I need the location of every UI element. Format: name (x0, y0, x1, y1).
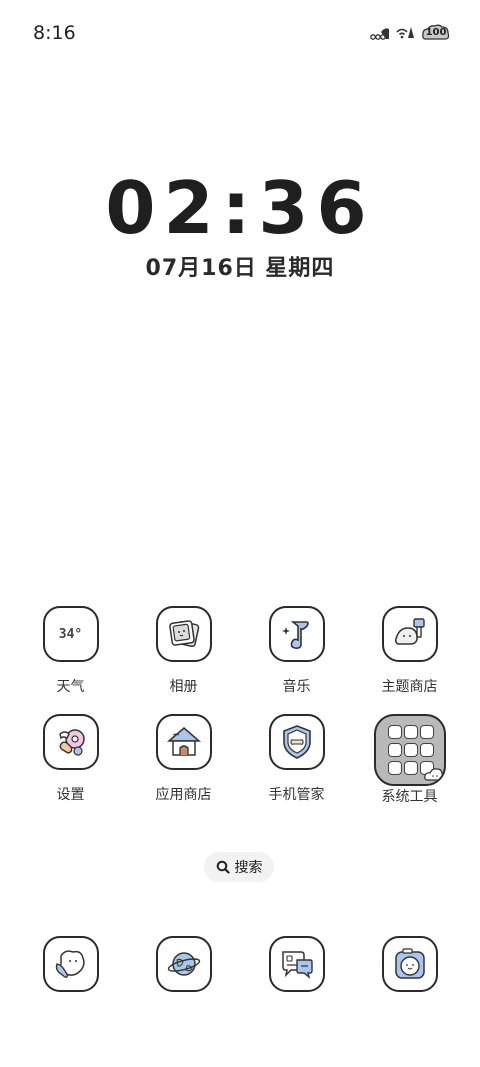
app-store-icon (155, 714, 212, 770)
app-theme-store[interactable]: 主题商店 (353, 606, 466, 696)
app-settings[interactable]: 设置 (14, 714, 127, 806)
app-label: 相册 (169, 679, 198, 695)
gallery-icon (155, 606, 212, 662)
folder-mini-icon (403, 761, 418, 775)
weather-temperature: 34° (58, 626, 83, 642)
phone-manager-icon (268, 714, 325, 770)
dock-messages[interactable] (240, 936, 353, 992)
signal-icon (370, 26, 390, 40)
dock-camera[interactable] (353, 936, 466, 992)
folder-mini-icon (403, 743, 418, 757)
app-label: 音乐 (282, 679, 311, 695)
folder-mini-icon (419, 743, 434, 757)
app-phone-manager[interactable]: 手机管家 (240, 714, 353, 806)
status-icons: 100 (370, 24, 450, 42)
app-music[interactable]: 音乐 (240, 606, 353, 696)
app-label: 主题商店 (381, 679, 438, 695)
wifi-icon (396, 26, 416, 40)
clock-time: 02:36 (105, 166, 375, 250)
app-label: 天气 (56, 679, 85, 695)
app-grid: 34° 天气 相册 音乐 主题商店 设置 应用商店 手机管家 系统工具 (14, 606, 466, 806)
clock-widget[interactable]: 02:36 07月16日 星期四 (0, 170, 480, 282)
search-label: 搜索 (234, 860, 263, 876)
search-icon (216, 860, 230, 874)
folder-mini-icon (387, 743, 402, 757)
app-app-store[interactable]: 应用商店 (127, 714, 240, 806)
messages-icon (268, 936, 325, 992)
folder-mini-icon (387, 725, 402, 739)
status-time: 8:16 (33, 22, 76, 44)
app-label: 手机管家 (268, 787, 325, 803)
weather-icon: 34° (42, 606, 99, 662)
cloud-sticker-icon (423, 768, 444, 781)
app-label: 应用商店 (155, 787, 212, 803)
folder-mini-icon (419, 725, 434, 739)
app-label: 系统工具 (381, 789, 438, 805)
search-button[interactable]: 搜索 (204, 852, 274, 882)
app-label: 设置 (56, 787, 85, 803)
folder-mini-icon (387, 761, 402, 775)
dock-phone[interactable] (14, 936, 127, 992)
settings-icon (42, 714, 99, 770)
status-bar: 8:16 100 (0, 0, 480, 66)
battery-icon: 100 (422, 24, 450, 42)
clock-date: 07月16日 星期四 (145, 256, 335, 281)
music-icon (268, 606, 325, 662)
app-system-tools-folder[interactable]: 系统工具 (353, 714, 466, 806)
folder-mini-icon (403, 725, 418, 739)
camera-icon (381, 936, 438, 992)
dock-browser[interactable] (127, 936, 240, 992)
phone-icon (42, 936, 99, 992)
system-tools-folder-icon (373, 714, 446, 786)
app-gallery[interactable]: 相册 (127, 606, 240, 696)
theme-store-icon (381, 606, 438, 662)
dock (14, 936, 466, 992)
app-weather[interactable]: 34° 天气 (14, 606, 127, 696)
browser-icon (155, 936, 212, 992)
battery-level: 100 (425, 27, 447, 38)
